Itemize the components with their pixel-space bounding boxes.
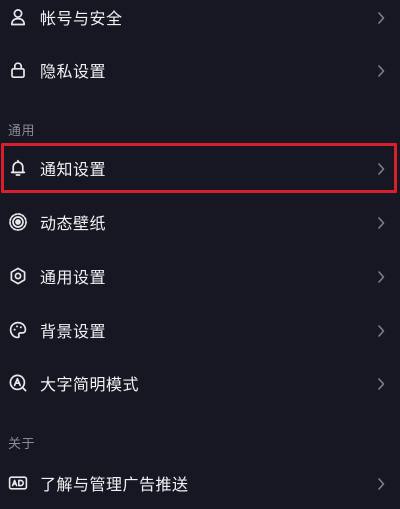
ad-icon xyxy=(8,473,28,493)
large-font-icon xyxy=(8,373,28,393)
dynamic-wallpaper-row[interactable]: 动态壁纸 xyxy=(0,197,400,247)
chevron-right-icon xyxy=(376,476,386,490)
background-settings-label: 背景设置 xyxy=(40,322,107,341)
account-security-label: 帐号与安全 xyxy=(40,9,123,28)
palette-icon xyxy=(8,320,28,340)
settings-page: 帐号与安全 隐私设置 通用 通知设置 动态壁纸 通用设置 背景设置 大字简明模式… xyxy=(0,0,400,509)
section-title-about: 关于 xyxy=(8,437,36,452)
gear-icon xyxy=(8,266,28,286)
chevron-right-icon xyxy=(376,323,386,337)
general-settings-row[interactable]: 通用设置 xyxy=(0,251,400,301)
background-settings-row[interactable]: 背景设置 xyxy=(0,305,400,355)
chevron-right-icon xyxy=(376,376,386,390)
wallpaper-icon xyxy=(8,212,28,232)
chevron-right-icon xyxy=(376,269,386,283)
ad-management-label: 了解与管理广告推送 xyxy=(40,475,189,494)
chevron-right-icon xyxy=(376,161,386,175)
chevron-right-icon xyxy=(376,215,386,229)
dynamic-wallpaper-label: 动态壁纸 xyxy=(40,214,107,233)
account-security-row[interactable]: 帐号与安全 xyxy=(0,0,400,42)
notification-settings-label: 通知设置 xyxy=(40,160,107,179)
large-font-mode-label: 大字简明模式 xyxy=(40,375,140,394)
lock-icon xyxy=(8,60,28,80)
bell-icon xyxy=(8,158,28,178)
privacy-settings-row[interactable]: 隐私设置 xyxy=(0,45,400,95)
user-icon xyxy=(8,7,28,27)
privacy-settings-label: 隐私设置 xyxy=(40,62,107,81)
ad-management-row[interactable]: 了解与管理广告推送 xyxy=(0,458,400,508)
chevron-right-icon xyxy=(376,63,386,77)
section-title-general: 通用 xyxy=(8,124,36,139)
notification-settings-row[interactable]: 通知设置 xyxy=(0,143,400,193)
chevron-right-icon xyxy=(376,10,386,24)
general-settings-label: 通用设置 xyxy=(40,268,107,287)
large-font-mode-row[interactable]: 大字简明模式 xyxy=(0,358,400,408)
